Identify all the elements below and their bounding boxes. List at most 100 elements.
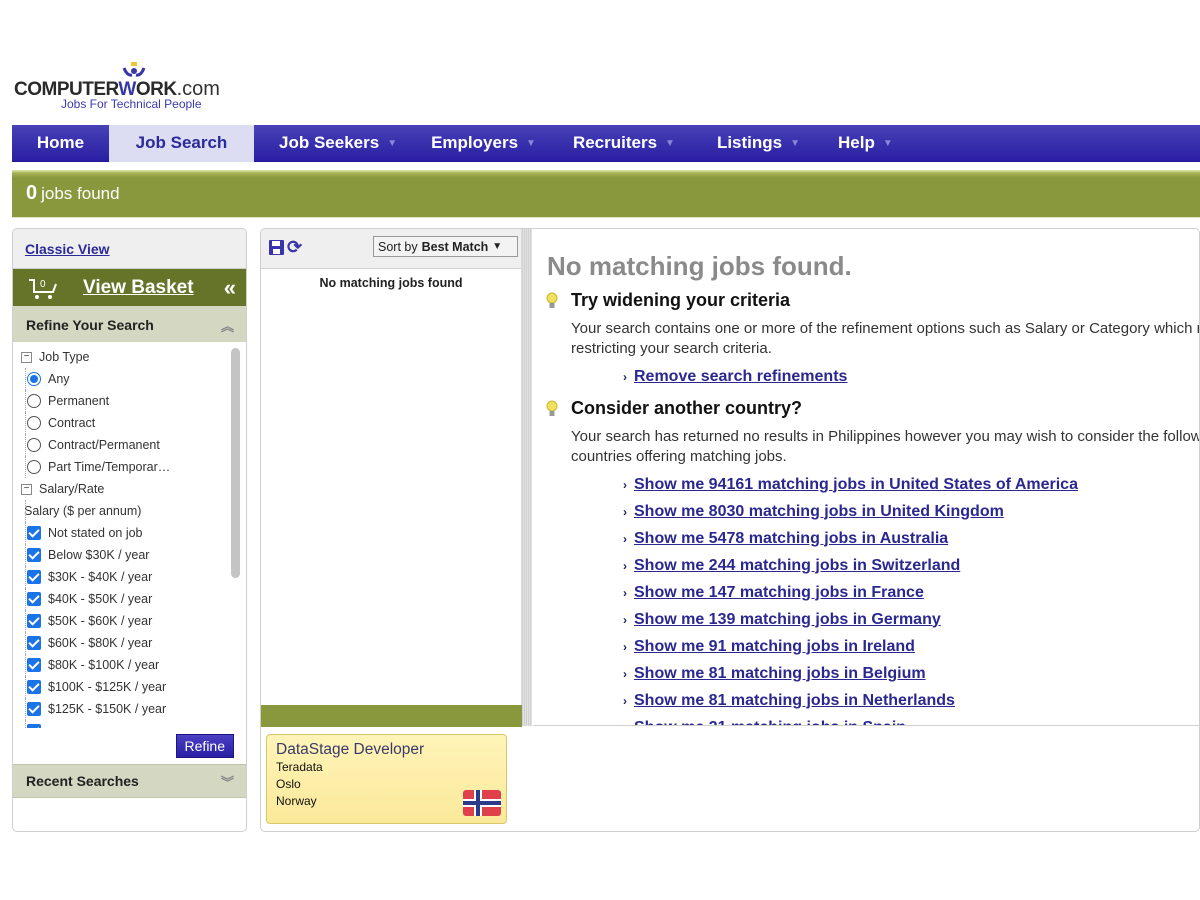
country-link[interactable]: Show me 5478 matching jobs in Australia — [634, 530, 948, 548]
scrollbar-thumb[interactable] — [231, 348, 240, 578]
country-link[interactable]: Show me 139 matching jobs in Germany — [634, 611, 941, 629]
radio-button[interactable] — [27, 416, 41, 430]
recent-searches-title: Recent Searches — [26, 773, 139, 789]
nav-job-seekers-label: Job Seekers — [279, 133, 380, 152]
salary-option[interactable]: $40K - $50K / year — [21, 588, 231, 610]
salary-option[interactable]: Below $30K / year — [21, 544, 231, 566]
sort-value: Best Match — [421, 239, 489, 254]
detail-pane: No matching jobs found. Try widening you… — [533, 229, 1199, 726]
save-icon[interactable] — [269, 240, 284, 255]
country-link[interactable]: Show me 94161 matching jobs in United St… — [634, 476, 1078, 494]
option-label: $50K - $60K / year — [48, 614, 153, 628]
nav-help[interactable]: Help ▼ — [838, 125, 893, 162]
chevron-up-icon[interactable]: ︽ — [221, 316, 234, 335]
nav-home[interactable]: Home — [12, 125, 109, 162]
job-type-option-contract-permanent[interactable]: Contract/Permanent — [21, 434, 231, 456]
nav-recruiters-label: Recruiters — [572, 133, 658, 152]
chevron-right-icon: › — [623, 477, 627, 492]
checkbox-checked[interactable] — [27, 724, 41, 728]
country-link-row: › Show me 5478 matching jobs in Australia — [623, 525, 1199, 552]
chevron-down-double-icon[interactable]: ︾ — [221, 772, 234, 791]
classic-view-link[interactable]: Classic View — [25, 241, 110, 257]
chevron-right-icon: › — [623, 639, 627, 654]
view-basket-link[interactable]: View Basket — [83, 277, 194, 299]
tip-other-country: Consider another country? Your search ha… — [546, 398, 1199, 726]
panel-resize-handle[interactable] — [522, 229, 532, 726]
chevron-down-icon: ▼ — [882, 137, 893, 149]
checkbox-checked[interactable] — [27, 680, 41, 694]
job-type-title: Job Type — [39, 350, 90, 364]
salary-option[interactable]: $80K - $100K / year — [21, 654, 231, 676]
country-link[interactable]: Show me 147 matching jobs in France — [634, 584, 924, 602]
checkbox-checked[interactable] — [27, 526, 41, 540]
checkbox-checked[interactable] — [27, 570, 41, 584]
collapse-minus-icon[interactable]: − — [21, 351, 32, 363]
list-toolbar: ⟳ Sort by Best Match ▼ — [261, 229, 521, 269]
country-link[interactable]: Show me 244 matching jobs in Switzerland — [634, 557, 960, 575]
chevron-right-icon: › — [623, 531, 627, 546]
option-label: Below $30K / year — [48, 548, 150, 562]
checkbox-checked[interactable] — [27, 636, 41, 650]
job-type-option-permanent[interactable]: Permanent — [21, 390, 231, 412]
salary-option[interactable]: Not stated on job — [21, 522, 231, 544]
salary-group[interactable]: − Salary/Rate — [21, 478, 231, 500]
chevron-right-icon: › — [623, 721, 627, 726]
nav-employers[interactable]: Employers ▼ — [431, 125, 536, 162]
salary-option-partial[interactable] — [21, 720, 231, 728]
chevron-right-icon: › — [623, 666, 627, 681]
salary-option[interactable]: $100K - $125K / year — [21, 676, 231, 698]
checkbox-checked[interactable] — [27, 614, 41, 628]
checkbox-checked[interactable] — [27, 658, 41, 672]
recent-searches-header[interactable]: Recent Searches ︾ — [13, 764, 246, 798]
chevron-right-icon: › — [623, 369, 627, 384]
nav-job-search[interactable]: Job Search — [109, 124, 254, 162]
job-type-option-contract[interactable]: Contract — [21, 412, 231, 434]
radio-button[interactable] — [27, 438, 41, 452]
option-label: Any — [48, 372, 70, 386]
radio-button[interactable] — [27, 460, 41, 474]
salary-option[interactable]: $60K - $80K / year — [21, 632, 231, 654]
featured-job-card[interactable]: DataStage Developer Teradata Oslo Norway — [266, 734, 507, 824]
chevron-right-icon: › — [623, 693, 627, 708]
refine-search-header[interactable]: Refine Your Search ︽ — [13, 308, 246, 342]
refine-scrollbar[interactable] — [231, 348, 240, 720]
checkbox-checked[interactable] — [27, 702, 41, 716]
country-link-row: › Show me 21 matching jobs in Spain — [623, 714, 1199, 726]
remove-refinements-link[interactable]: Remove search refinements — [634, 368, 847, 386]
nav-listings[interactable]: Listings ▼ — [717, 125, 800, 162]
view-basket-bar[interactable]: 0 View Basket « — [13, 269, 246, 308]
nav-job-seekers[interactable]: Job Seekers ▼ — [279, 125, 397, 162]
refresh-icon[interactable]: ⟳ — [287, 237, 302, 258]
sort-select[interactable]: Sort by Best Match ▼ — [373, 236, 518, 257]
nav-help-label: Help — [838, 133, 875, 152]
country-link[interactable]: Show me 8030 matching jobs in United Kin… — [634, 503, 1004, 521]
results-count: 0 — [26, 182, 38, 204]
radio-button[interactable] — [27, 394, 41, 408]
refine-options-panel: − Job Type Any Permanent Contract Contra… — [13, 342, 246, 728]
radio-button-selected[interactable] — [27, 372, 41, 386]
collapse-minus-icon[interactable]: − — [21, 483, 32, 495]
site-logo[interactable]: COMPUTERWORK.com Jobs For Technical Peop… — [14, 62, 254, 114]
country-link[interactable]: Show me 81 matching jobs in Netherlands — [634, 692, 955, 710]
checkbox-checked[interactable] — [27, 548, 41, 562]
basket-cart-icon: 0 — [27, 275, 59, 301]
country-link[interactable]: Show me 81 matching jobs in Belgium — [634, 665, 926, 683]
country-link[interactable]: Show me 91 matching jobs in Ireland — [634, 638, 915, 656]
refine-button[interactable]: Refine — [175, 734, 234, 758]
job-list-column: ⟳ Sort by Best Match ▼ No matching jobs … — [261, 229, 522, 727]
featured-job-title[interactable]: DataStage Developer — [276, 741, 497, 759]
tip-widen-criteria: Try widening your criteria Your search c… — [546, 290, 1199, 390]
salary-option[interactable]: $125K - $150K / year — [21, 698, 231, 720]
list-footer-bar — [261, 705, 522, 727]
salary-option[interactable]: $30K - $40K / year — [21, 566, 231, 588]
country-link[interactable]: Show me 21 matching jobs in Spain — [634, 719, 906, 726]
nav-recruiters[interactable]: Recruiters ▼ — [573, 125, 675, 162]
job-type-group[interactable]: − Job Type — [21, 346, 231, 368]
job-type-option-part-time[interactable]: Part Time/Temporar… — [21, 456, 231, 478]
refine-tree: − Job Type Any Permanent Contract Contra… — [21, 346, 231, 728]
logo-tagline: Jobs For Technical People — [61, 97, 202, 111]
salary-option[interactable]: $50K - $60K / year — [21, 610, 231, 632]
job-type-option-any[interactable]: Any — [21, 368, 231, 390]
collapse-sidebar-icon[interactable]: « — [224, 275, 236, 301]
checkbox-checked[interactable] — [27, 592, 41, 606]
